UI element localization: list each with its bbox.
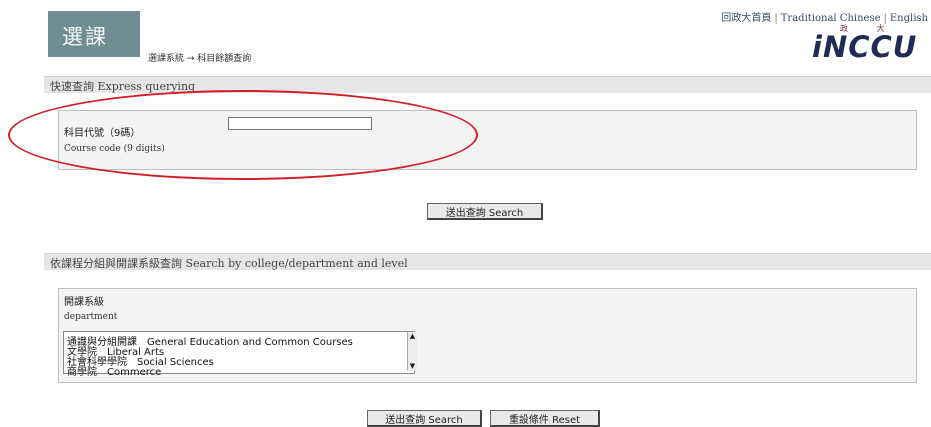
brand-name: iNCCU [812,30,918,64]
listbox-scrollbar[interactable]: ▲ ▼ [407,332,417,371]
college-search-button[interactable]: 送出查詢 Search [367,410,482,427]
home-link[interactable]: 回政大首頁 [721,13,771,24]
department-option[interactable]: 商學院 Commerce [67,363,161,378]
department-label-zh: 開課系級 [64,297,104,308]
scroll-down-icon[interactable]: ▼ [408,362,417,371]
express-section-bar: 快速查詢 Express querying [44,76,931,93]
reset-button[interactable]: 重設條件 Reset [490,410,600,427]
logo-text: 選課 [62,25,108,49]
department-label-en: department [64,312,118,322]
breadcrumb: 選課系統 → 科目餘額查詢 [148,54,252,64]
logo-block: 選課 [48,11,140,57]
express-search-button[interactable]: 送出查詢 Search [427,203,543,220]
scroll-up-icon[interactable]: ▲ [408,332,417,341]
college-section-bar: 依課程分組與開課系級查詢 Search by college/departmen… [44,253,931,270]
college-section-title: 依課程分組與開課系級查詢 Search by college/departmen… [50,257,408,270]
annotation-circle [8,90,478,180]
department-listbox[interactable]: 通識與分組開課 General Education and Common Cou… [63,331,415,378]
inccu-logo[interactable]: 政 大 iNCCU [812,22,930,64]
